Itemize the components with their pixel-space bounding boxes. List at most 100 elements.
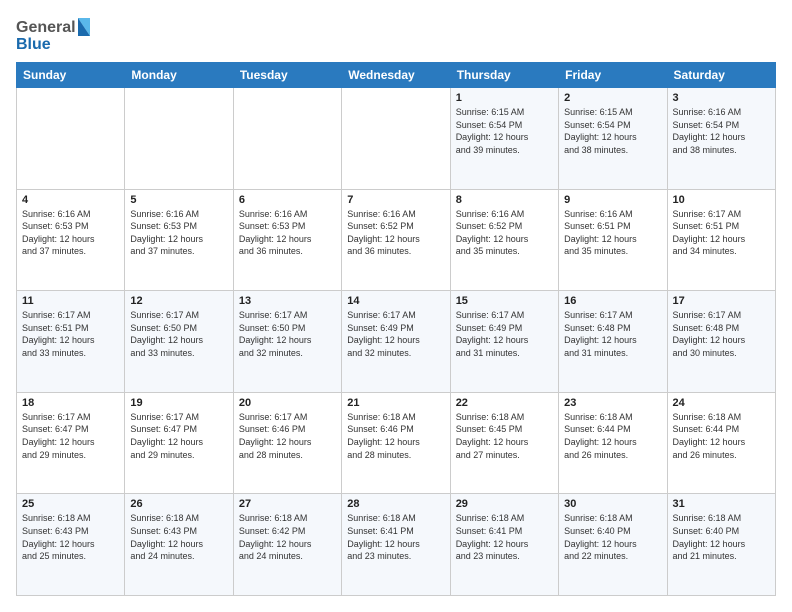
calendar-cell: 26 Sunrise: 6:18 AM Sunset: 6:43 PM Dayli… bbox=[125, 494, 233, 596]
calendar-cell: 5Sunrise: 6:16 AM Sunset: 6:53 PM Daylig… bbox=[125, 189, 233, 291]
calendar-cell: 9 Sunrise: 6:16 AM Sunset: 6:51 PM Daylig… bbox=[559, 189, 667, 291]
day-info: Sunrise: 6:16 AM Sunset: 6:53 PM Dayligh… bbox=[22, 208, 119, 258]
calendar-cell: 12 Sunrise: 6:17 AM Sunset: 6:50 PM Dayli… bbox=[125, 291, 233, 393]
calendar-cell: 8 Sunrise: 6:16 AM Sunset: 6:52 PM Daylig… bbox=[450, 189, 558, 291]
day-number: 14 bbox=[347, 295, 444, 307]
day-info: Sunrise: 6:18 AM Sunset: 6:44 PM Dayligh… bbox=[673, 411, 770, 461]
weekday-header-monday: Monday bbox=[125, 63, 233, 88]
day-number: 23 bbox=[564, 397, 661, 409]
svg-text:General: General bbox=[16, 19, 76, 36]
day-info: Sunrise: 6:17 AM Sunset: 6:50 PM Dayligh… bbox=[239, 309, 336, 359]
day-info: Sunrise: 6:18 AM Sunset: 6:46 PM Dayligh… bbox=[347, 411, 444, 461]
day-info: Sunrise: 6:18 AM Sunset: 6:41 PM Dayligh… bbox=[347, 512, 444, 562]
calendar-cell: 15Sunrise: 6:17 AM Sunset: 6:49 PM Dayli… bbox=[450, 291, 558, 393]
day-info: Sunrise: 6:18 AM Sunset: 6:40 PM Dayligh… bbox=[673, 512, 770, 562]
day-number: 13 bbox=[239, 295, 336, 307]
day-info: Sunrise: 6:17 AM Sunset: 6:46 PM Dayligh… bbox=[239, 411, 336, 461]
day-info: Sunrise: 6:18 AM Sunset: 6:41 PM Dayligh… bbox=[456, 512, 553, 562]
weekday-header-friday: Friday bbox=[559, 63, 667, 88]
day-info: Sunrise: 6:17 AM Sunset: 6:47 PM Dayligh… bbox=[22, 411, 119, 461]
weekday-header-sunday: Sunday bbox=[17, 63, 125, 88]
day-info: Sunrise: 6:17 AM Sunset: 6:48 PM Dayligh… bbox=[564, 309, 661, 359]
calendar-cell: 16 Sunrise: 6:17 AM Sunset: 6:48 PM Dayli… bbox=[559, 291, 667, 393]
calendar-cell: 29 Sunrise: 6:18 AM Sunset: 6:41 PM Dayli… bbox=[450, 494, 558, 596]
calendar-cell: 30 Sunrise: 6:18 AM Sunset: 6:40 PM Dayli… bbox=[559, 494, 667, 596]
day-info: Sunrise: 6:16 AM Sunset: 6:54 PM Dayligh… bbox=[673, 106, 770, 156]
weekday-header-wednesday: Wednesday bbox=[342, 63, 450, 88]
day-info: Sunrise: 6:15 AM Sunset: 6:54 PM Dayligh… bbox=[456, 106, 553, 156]
day-number: 21 bbox=[347, 397, 444, 409]
day-number: 10 bbox=[673, 194, 770, 206]
header: GeneralBlue bbox=[16, 16, 776, 54]
calendar-cell: 2 Sunrise: 6:15 AM Sunset: 6:54 PM Daylig… bbox=[559, 88, 667, 190]
day-info: Sunrise: 6:18 AM Sunset: 6:43 PM Dayligh… bbox=[130, 512, 227, 562]
day-info: Sunrise: 6:16 AM Sunset: 6:53 PM Dayligh… bbox=[239, 208, 336, 258]
week-row-2: 4 Sunrise: 6:16 AM Sunset: 6:53 PM Daylig… bbox=[17, 189, 776, 291]
day-number: 7 bbox=[347, 194, 444, 206]
weekday-header-tuesday: Tuesday bbox=[233, 63, 341, 88]
page: GeneralBlue SundayMondayTuesdayWednesday… bbox=[0, 0, 792, 612]
logo-svg: GeneralBlue bbox=[16, 16, 96, 54]
svg-text:Blue: Blue bbox=[16, 36, 51, 53]
calendar-cell: 17Sunrise: 6:17 AM Sunset: 6:48 PM Dayli… bbox=[667, 291, 775, 393]
day-number: 29 bbox=[456, 498, 553, 510]
day-number: 25 bbox=[22, 498, 119, 510]
calendar-cell: 3Sunrise: 6:16 AM Sunset: 6:54 PM Daylig… bbox=[667, 88, 775, 190]
calendar-cell bbox=[17, 88, 125, 190]
weekday-header-saturday: Saturday bbox=[667, 63, 775, 88]
day-info: Sunrise: 6:15 AM Sunset: 6:54 PM Dayligh… bbox=[564, 106, 661, 156]
weekday-header-thursday: Thursday bbox=[450, 63, 558, 88]
calendar-cell: 27 Sunrise: 6:18 AM Sunset: 6:42 PM Dayli… bbox=[233, 494, 341, 596]
day-info: Sunrise: 6:18 AM Sunset: 6:43 PM Dayligh… bbox=[22, 512, 119, 562]
calendar-cell: 21 Sunrise: 6:18 AM Sunset: 6:46 PM Dayli… bbox=[342, 392, 450, 494]
calendar-cell: 18Sunrise: 6:17 AM Sunset: 6:47 PM Dayli… bbox=[17, 392, 125, 494]
calendar-cell: 4 Sunrise: 6:16 AM Sunset: 6:53 PM Daylig… bbox=[17, 189, 125, 291]
day-number: 6 bbox=[239, 194, 336, 206]
calendar-cell: 31 Sunrise: 6:18 AM Sunset: 6:40 PM Dayli… bbox=[667, 494, 775, 596]
day-number: 31 bbox=[673, 498, 770, 510]
day-number: 19 bbox=[130, 397, 227, 409]
day-number: 8 bbox=[456, 194, 553, 206]
day-info: Sunrise: 6:16 AM Sunset: 6:52 PM Dayligh… bbox=[347, 208, 444, 258]
day-number: 2 bbox=[564, 92, 661, 104]
week-row-5: 25 Sunrise: 6:18 AM Sunset: 6:43 PM Dayli… bbox=[17, 494, 776, 596]
day-number: 30 bbox=[564, 498, 661, 510]
day-info: Sunrise: 6:18 AM Sunset: 6:40 PM Dayligh… bbox=[564, 512, 661, 562]
calendar-cell: 7 Sunrise: 6:16 AM Sunset: 6:52 PM Daylig… bbox=[342, 189, 450, 291]
day-info: Sunrise: 6:16 AM Sunset: 6:51 PM Dayligh… bbox=[564, 208, 661, 258]
week-row-4: 18Sunrise: 6:17 AM Sunset: 6:47 PM Dayli… bbox=[17, 392, 776, 494]
week-row-3: 11 Sunrise: 6:17 AM Sunset: 6:51 PM Dayli… bbox=[17, 291, 776, 393]
day-number: 16 bbox=[564, 295, 661, 307]
calendar-cell: 14 Sunrise: 6:17 AM Sunset: 6:49 PM Dayli… bbox=[342, 291, 450, 393]
day-info: Sunrise: 6:18 AM Sunset: 6:45 PM Dayligh… bbox=[456, 411, 553, 461]
calendar-cell: 13 Sunrise: 6:17 AM Sunset: 6:50 PM Dayli… bbox=[233, 291, 341, 393]
day-number: 11 bbox=[22, 295, 119, 307]
day-number: 22 bbox=[456, 397, 553, 409]
calendar-cell: 19 Sunrise: 6:17 AM Sunset: 6:47 PM Dayli… bbox=[125, 392, 233, 494]
weekday-header-row: SundayMondayTuesdayWednesdayThursdayFrid… bbox=[17, 63, 776, 88]
day-number: 4 bbox=[22, 194, 119, 206]
day-info: Sunrise: 6:16 AM Sunset: 6:53 PM Dayligh… bbox=[130, 208, 227, 258]
calendar-cell: 23 Sunrise: 6:18 AM Sunset: 6:44 PM Dayli… bbox=[559, 392, 667, 494]
calendar-cell: 28Sunrise: 6:18 AM Sunset: 6:41 PM Dayli… bbox=[342, 494, 450, 596]
day-info: Sunrise: 6:17 AM Sunset: 6:50 PM Dayligh… bbox=[130, 309, 227, 359]
calendar-cell: 25 Sunrise: 6:18 AM Sunset: 6:43 PM Dayli… bbox=[17, 494, 125, 596]
day-number: 26 bbox=[130, 498, 227, 510]
calendar-table: SundayMondayTuesdayWednesdayThursdayFrid… bbox=[16, 62, 776, 596]
calendar-cell: 22 Sunrise: 6:18 AM Sunset: 6:45 PM Dayli… bbox=[450, 392, 558, 494]
day-number: 24 bbox=[673, 397, 770, 409]
day-info: Sunrise: 6:18 AM Sunset: 6:44 PM Dayligh… bbox=[564, 411, 661, 461]
day-info: Sunrise: 6:17 AM Sunset: 6:51 PM Dayligh… bbox=[22, 309, 119, 359]
day-number: 9 bbox=[564, 194, 661, 206]
day-number: 1 bbox=[456, 92, 553, 104]
day-info: Sunrise: 6:17 AM Sunset: 6:47 PM Dayligh… bbox=[130, 411, 227, 461]
day-number: 27 bbox=[239, 498, 336, 510]
week-row-1: 1 Sunrise: 6:15 AM Sunset: 6:54 PM Daylig… bbox=[17, 88, 776, 190]
day-number: 12 bbox=[130, 295, 227, 307]
day-info: Sunrise: 6:16 AM Sunset: 6:52 PM Dayligh… bbox=[456, 208, 553, 258]
calendar-cell: 11 Sunrise: 6:17 AM Sunset: 6:51 PM Dayli… bbox=[17, 291, 125, 393]
day-info: Sunrise: 6:17 AM Sunset: 6:49 PM Dayligh… bbox=[347, 309, 444, 359]
day-info: Sunrise: 6:18 AM Sunset: 6:42 PM Dayligh… bbox=[239, 512, 336, 562]
calendar-cell bbox=[125, 88, 233, 190]
day-info: Sunrise: 6:17 AM Sunset: 6:48 PM Dayligh… bbox=[673, 309, 770, 359]
